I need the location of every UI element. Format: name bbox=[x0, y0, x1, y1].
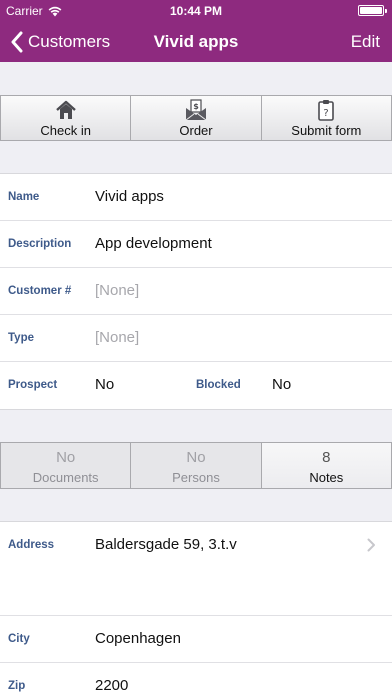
zip-value: 2200 bbox=[95, 677, 129, 694]
customer-number-row: Customer # [None] bbox=[0, 268, 392, 315]
order-label: Order bbox=[179, 123, 213, 138]
persons-label: Persons bbox=[172, 470, 220, 485]
submit-form-label: Submit form bbox=[291, 123, 362, 138]
description-label: Description bbox=[8, 238, 72, 250]
city-value: Copenhagen bbox=[95, 630, 181, 647]
svg-text:$: $ bbox=[193, 102, 199, 111]
description-value: App development bbox=[95, 235, 212, 252]
status-bar: Carrier 10:44 PM bbox=[0, 0, 392, 22]
name-label: Name bbox=[8, 191, 40, 203]
action-toolbar: Check in $ Order ? Submit form bbox=[0, 95, 392, 141]
name-value: Vivid apps bbox=[95, 188, 164, 205]
customer-number-value: [None] bbox=[95, 282, 140, 299]
house-icon bbox=[55, 100, 76, 119]
name-row: Name Vivid apps bbox=[0, 174, 392, 221]
blocked-value: No bbox=[272, 376, 292, 393]
description-row: Description App development bbox=[0, 221, 392, 268]
order-envelope-icon: $ bbox=[185, 99, 207, 121]
city-label: City bbox=[8, 633, 30, 645]
battery-icon bbox=[358, 5, 387, 16]
address-details: Address Baldersgade 59, 3.t.v City Copen… bbox=[0, 521, 392, 696]
chevron-left-icon bbox=[11, 31, 23, 53]
type-row: Type [None] bbox=[0, 315, 392, 362]
navigation-bar: Customers Vivid apps Edit bbox=[0, 22, 392, 62]
zip-label: Zip bbox=[8, 680, 26, 692]
prospect-blocked-row: Prospect No Blocked No bbox=[0, 362, 392, 409]
check-in-label: Check in bbox=[40, 123, 91, 138]
tab-notes[interactable]: 8 Notes bbox=[261, 443, 391, 488]
tab-documents[interactable]: No Documents bbox=[1, 443, 132, 488]
city-row: City Copenhagen bbox=[0, 616, 392, 663]
clipboard-icon: ? bbox=[318, 100, 335, 121]
status-time: 10:44 PM bbox=[169, 4, 223, 18]
prospect-label: Prospect bbox=[8, 379, 58, 391]
order-button[interactable]: $ Order bbox=[131, 96, 262, 140]
blocked-label: Blocked bbox=[196, 379, 241, 391]
zip-row: Zip 2200 bbox=[0, 663, 392, 696]
chevron-right-icon bbox=[367, 538, 375, 552]
type-value: [None] bbox=[95, 329, 140, 346]
documents-label: Documents bbox=[32, 470, 99, 485]
type-label: Type bbox=[8, 332, 34, 344]
address-value: Baldersgade 59, 3.t.v bbox=[95, 536, 237, 553]
address-row[interactable]: Address Baldersgade 59, 3.t.v bbox=[0, 522, 392, 616]
notes-count: 8 bbox=[322, 449, 331, 466]
notes-label: Notes bbox=[309, 470, 344, 485]
persons-count: No bbox=[186, 449, 206, 466]
svg-text:?: ? bbox=[324, 108, 329, 119]
back-button[interactable]: Customers bbox=[10, 22, 110, 62]
edit-button[interactable]: Edit bbox=[351, 22, 380, 62]
back-button-label: Customers bbox=[28, 32, 111, 51]
submit-form-button[interactable]: ? Submit form bbox=[262, 96, 391, 140]
prospect-value: No bbox=[95, 376, 115, 393]
related-tabs: No Documents No Persons 8 Notes bbox=[0, 442, 392, 489]
address-label: Address bbox=[8, 539, 55, 551]
documents-count: No bbox=[56, 449, 76, 466]
customer-number-label: Customer # bbox=[8, 285, 72, 297]
customer-details: Name Vivid apps Description App developm… bbox=[0, 173, 392, 410]
tab-persons[interactable]: No Persons bbox=[131, 443, 262, 488]
check-in-button[interactable]: Check in bbox=[1, 96, 132, 140]
